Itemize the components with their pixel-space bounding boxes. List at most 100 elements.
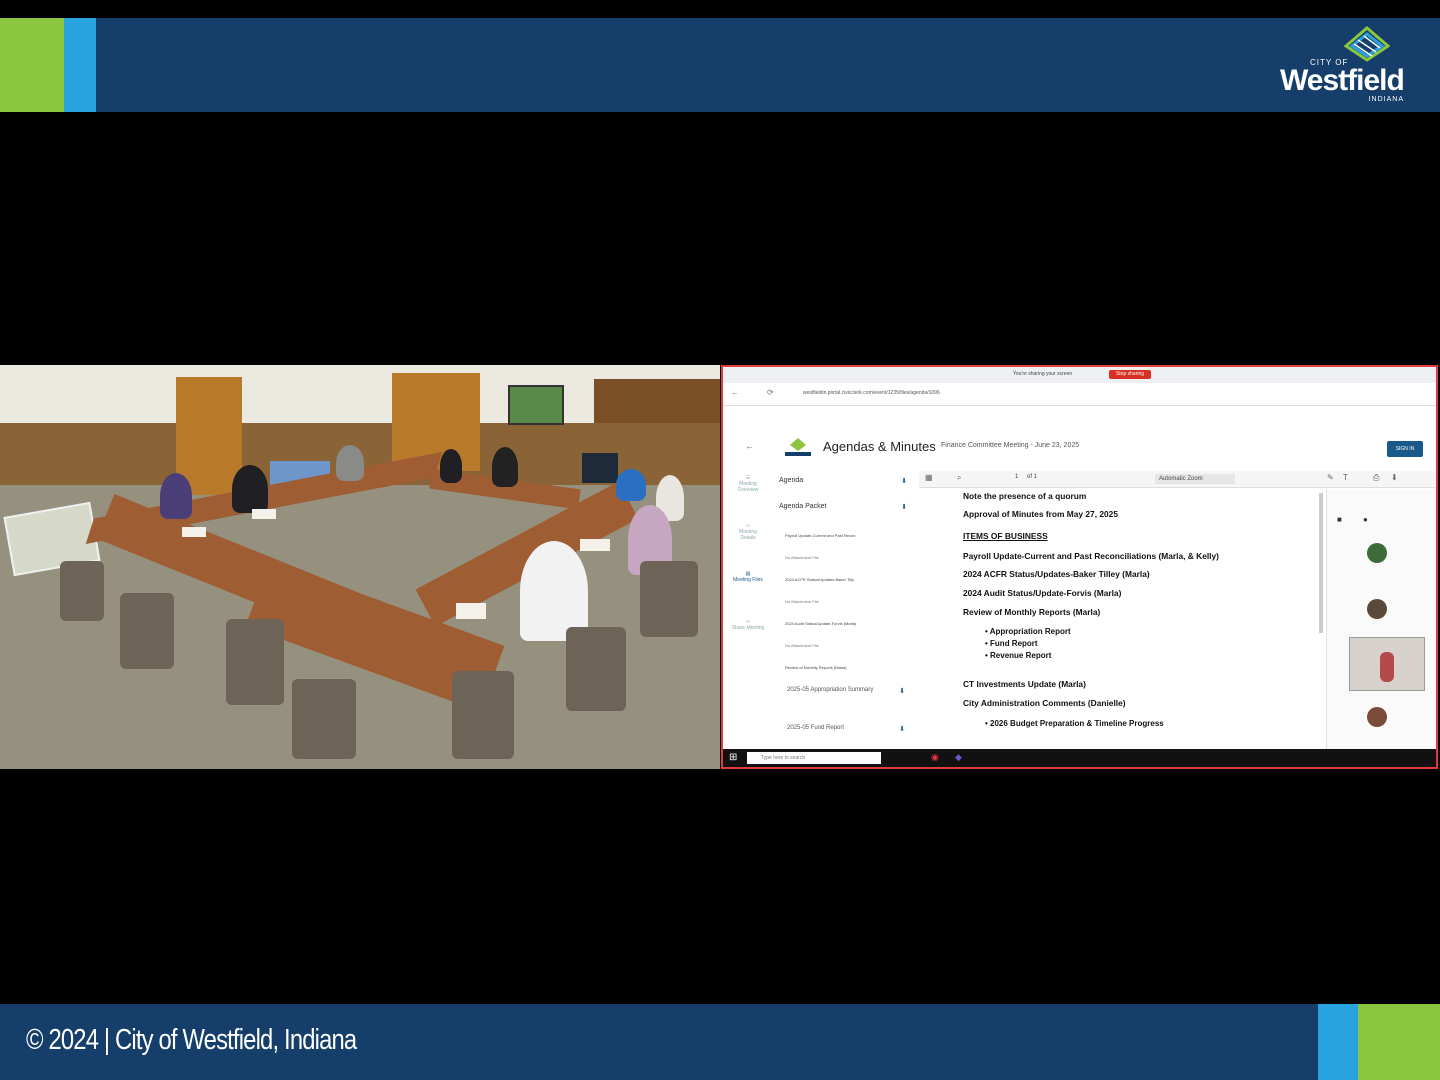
browser-tab-bar: You're sharing your screen Stop sharing <box>723 367 1436 383</box>
download-pdf-icon[interactable]: ⬇ <box>1391 473 1398 482</box>
westfield-mini-logo-icon <box>781 437 815 459</box>
participant-avatar <box>1367 543 1387 563</box>
attendee-3 <box>336 445 364 481</box>
attendee-6 <box>616 469 646 501</box>
print-icon[interactable]: ⎙ <box>1373 473 1379 483</box>
top-banner: CITY OF Westfield INDIANA <box>0 18 1440 112</box>
logo-name: Westfield <box>1280 64 1405 97</box>
chair <box>452 671 514 759</box>
sign-in-button[interactable]: SIGN IN <box>1387 441 1423 457</box>
chair <box>60 561 104 621</box>
attachment-note: No Attachment File <box>785 643 819 648</box>
attachment-title: 2024 Audit Status/Update-Forvis (Marla) <box>785 621 857 626</box>
download-icon[interactable]: ⬇ <box>899 687 905 695</box>
download-icon[interactable]: ⬇ <box>899 725 905 733</box>
chair <box>292 679 356 759</box>
side-nav-details[interactable]: ▭ Meeting Details <box>731 523 765 541</box>
download-icon[interactable]: ⬇ <box>901 503 907 511</box>
agenda-bullet: • Revenue Report <box>985 651 1052 660</box>
attendee-5 <box>492 447 518 487</box>
meeting-side-nav: ☰ Meeting Overview ▭ Meeting Details ▤ Meet… <box>731 475 765 665</box>
agenda-line: Note the presence of a quorum <box>963 491 1087 501</box>
attachment-note: No Attachment File <box>785 555 819 560</box>
agenda-packet-link[interactable]: Agenda Packet ⬇ <box>779 503 907 511</box>
annotate-icon[interactable]: ✎ <box>1327 473 1334 482</box>
browser-address-bar[interactable]: ← ⟳ westfieldin.portal.civicclerk.com/ev… <box>723 383 1436 406</box>
attendee-2 <box>232 465 268 513</box>
paper <box>252 509 276 519</box>
back-arrow-icon[interactable]: ← <box>731 388 739 397</box>
search-icon[interactable]: ⌕ <box>957 473 961 483</box>
agenda-section-heading: ITEMS OF BUSINESS <box>963 531 1048 541</box>
chrome-icon[interactable]: ◉ <box>931 752 939 763</box>
bottom-banner: © 2024 | City of Westfield, Indiana <box>0 1004 1440 1080</box>
attachment-note: No Attachment File <box>785 599 819 604</box>
side-nav-share[interactable]: ⋖ Share Meeting <box>731 619 765 631</box>
agenda-line: Review of Monthly Reports (Marla) <box>963 607 1101 617</box>
page-number[interactable]: 1 <box>1015 474 1018 480</box>
attendee-1 <box>160 473 192 519</box>
shared-screen: You're sharing your screen Stop sharing … <box>721 365 1438 769</box>
paper <box>456 603 486 619</box>
westfield-logo: CITY OF Westfield INDIANA <box>1280 26 1410 106</box>
attachment-title: Payroll Update-Current and Past Recon <box>785 533 856 538</box>
agenda-link[interactable]: Agenda ⬇ <box>779 477 907 485</box>
banner-cyan-accent <box>1318 1004 1358 1080</box>
zoom-select[interactable]: Automatic Zoom <box>1155 474 1235 484</box>
mic-icon[interactable]: ● <box>1363 515 1368 524</box>
attendee-4 <box>440 449 462 483</box>
file-link[interactable]: 2025-05 Appropriation Summary ⬇ <box>787 687 905 695</box>
wall-painting <box>508 385 564 425</box>
chair <box>566 627 626 711</box>
side-nav-overview[interactable]: ☰ Meeting Overview <box>731 475 765 493</box>
url-text[interactable]: westfieldin.portal.civicclerk.com/event/… <box>803 390 940 396</box>
agenda-line: CT Investments Update (Marla) <box>963 679 1086 689</box>
site-header: ← Agendas & Minutes Finance Committee Me… <box>723 433 1436 463</box>
pdf-scrollbar[interactable] <box>1319 493 1323 633</box>
camera-icon[interactable]: ■ <box>1337 515 1342 524</box>
download-icon[interactable]: ⬇ <box>901 477 907 485</box>
windows-taskbar: ⊞ Type here to search ◉ ◆ <box>723 749 1436 767</box>
paper <box>580 539 610 551</box>
sharing-notice: You're sharing your screen <box>1013 371 1073 377</box>
logo-diamond-icon <box>1344 26 1390 62</box>
copyright-text: © 2024 | City of Westfield, Indiana <box>26 1024 357 1056</box>
video-call-participants: ■ ● <box>1326 489 1436 753</box>
chair <box>226 619 284 705</box>
agenda-bullet: • Appropriation Report <box>985 627 1071 636</box>
logo-state: INDIANA <box>1368 96 1404 103</box>
banner-green-accent <box>1358 1004 1440 1080</box>
pdf-viewer-toolbar: ▦ ⌕ 1 of 1 Automatic Zoom ✎ T ⎙ ⬇ <box>919 471 1435 488</box>
stop-sharing-button[interactable]: Stop sharing <box>1109 370 1151 379</box>
attendee-9 <box>520 541 588 641</box>
side-nav-files[interactable]: ▤ Meeting Files <box>731 571 765 583</box>
agenda-line: Approval of Minutes from May 27, 2025 <box>963 509 1118 519</box>
agenda-line: 2024 Audit Status/Update-Forvis (Marla) <box>963 588 1122 598</box>
back-icon[interactable]: ← <box>745 441 754 451</box>
participant-person <box>1380 652 1394 682</box>
teams-icon[interactable]: ◆ <box>955 752 962 763</box>
agenda-bullet: • 2026 Budget Preparation & Timeline Pro… <box>985 719 1164 728</box>
file-link[interactable]: 2025-05 Fund Report ⬇ <box>787 725 905 733</box>
paper <box>182 527 206 537</box>
meeting-room-camera-feed <box>0 365 720 769</box>
agenda-bullet: • Fund Report <box>985 639 1038 648</box>
chair <box>640 561 698 637</box>
participant-video <box>1349 637 1425 691</box>
taskbar-search-input[interactable]: Type here to search <box>747 752 881 764</box>
chair <box>120 593 174 669</box>
text-icon[interactable]: T <box>1343 473 1348 482</box>
pdf-document-page: Note the presence of a quorum Approval o… <box>963 491 1323 753</box>
attachment-title: Review of Monthly Reports (Marla) <box>785 665 847 670</box>
sidebar-toggle-icon[interactable]: ▦ <box>925 473 933 482</box>
reload-icon[interactable]: ⟳ <box>767 388 774 397</box>
agenda-line: City Administration Comments (Danielle) <box>963 698 1126 708</box>
agenda-line: 2024 ACFR Status/Updates-Baker Tilley (M… <box>963 569 1150 579</box>
agenda-line: Payroll Update-Current and Past Reconcil… <box>963 551 1219 561</box>
attachment-title: 2024 ACFR Status/Updates-Baker Tilly <box>785 577 854 582</box>
meeting-title: Finance Committee Meeting - June 23, 202… <box>941 442 1080 449</box>
windows-start-icon[interactable]: ⊞ <box>729 752 737 763</box>
tv-monitor <box>582 453 618 483</box>
site-title: Agendas & Minutes <box>823 439 936 454</box>
banner-cyan-accent <box>64 18 96 112</box>
